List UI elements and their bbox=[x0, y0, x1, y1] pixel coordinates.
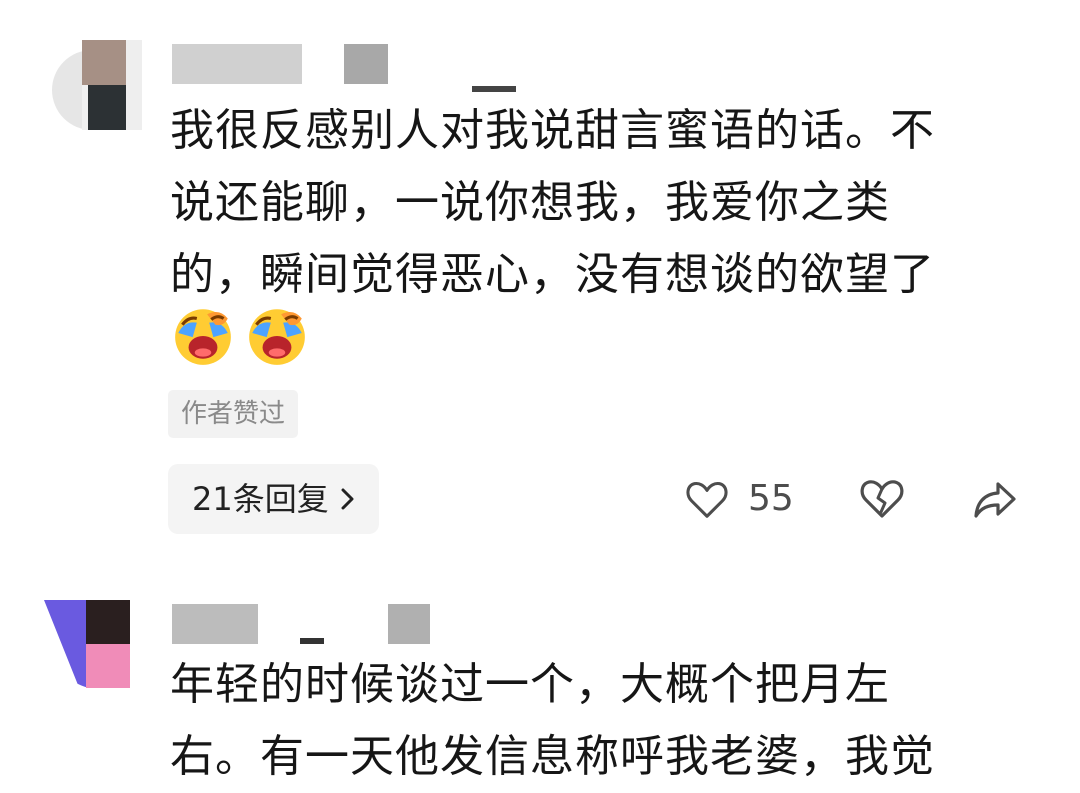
user-tag bbox=[344, 44, 388, 84]
heart-outline-icon bbox=[686, 481, 728, 518]
author-liked-badge: 作者赞过 bbox=[168, 390, 299, 438]
avatar[interactable] bbox=[52, 40, 142, 130]
emoji-row bbox=[170, 302, 310, 368]
laugh-cry-emoji bbox=[249, 309, 305, 365]
laugh-cry-emoji bbox=[175, 309, 231, 365]
username[interactable] bbox=[172, 44, 302, 84]
like-button[interactable]: 55 bbox=[684, 474, 794, 524]
share-button[interactable] bbox=[970, 474, 1020, 524]
user-tag bbox=[472, 86, 516, 92]
user-tag bbox=[300, 638, 324, 644]
chevron-right-icon bbox=[341, 488, 354, 510]
username[interactable] bbox=[172, 604, 258, 644]
share-arrow-icon bbox=[974, 482, 1016, 518]
avatar[interactable] bbox=[44, 600, 134, 690]
view-replies-button[interactable]: 21条回复 bbox=[168, 464, 379, 534]
broken-heart-icon bbox=[860, 480, 904, 518]
comment-text: 我很反感别人对我说甜言蜜语的话。不 说还能聊，一说你想我，我爱你之类 的，瞬间觉… bbox=[170, 105, 935, 300]
like-count: 55 bbox=[748, 478, 794, 519]
reply-count-label: 21条回复 bbox=[192, 480, 329, 518]
dislike-button[interactable] bbox=[858, 474, 906, 522]
user-tag bbox=[388, 604, 430, 644]
comment-text: 年轻的时候谈过一个，大概个把月左 右。有一天他发信息称呼我老婆，我觉 bbox=[170, 659, 935, 782]
